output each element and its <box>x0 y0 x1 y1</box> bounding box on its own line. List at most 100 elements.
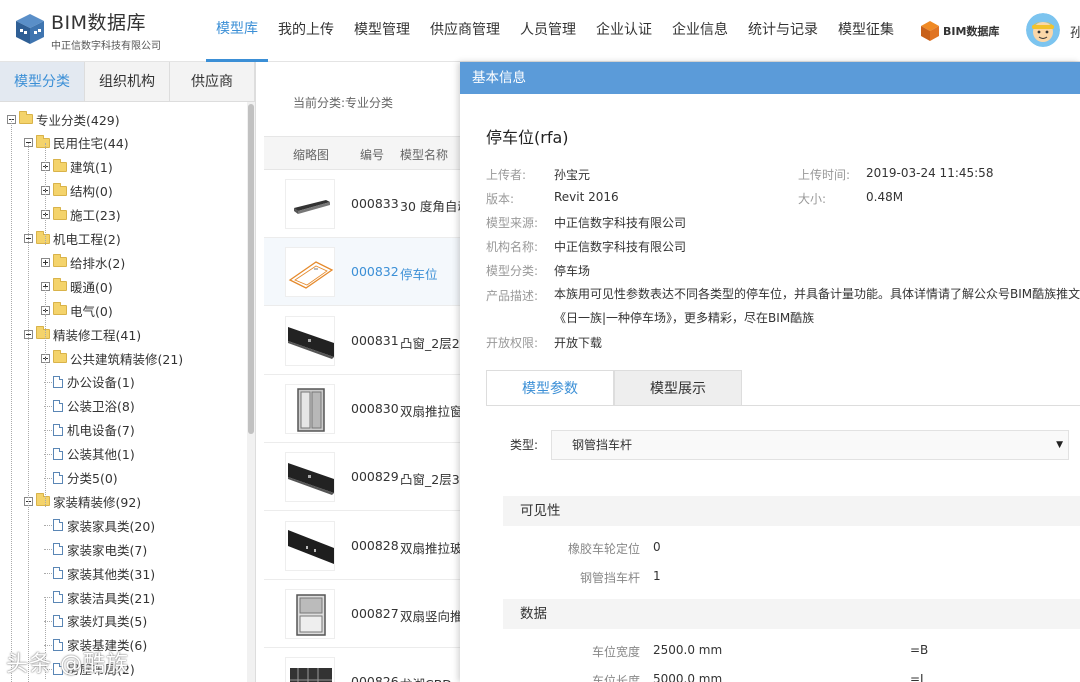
tree-node[interactable]: 公共建筑精装修(21) <box>41 348 183 368</box>
model-thumbnail-icon <box>288 261 334 290</box>
user-name[interactable]: 孙 <box>1070 22 1080 41</box>
tree-node[interactable]: 建筑(1) <box>41 157 113 177</box>
model-thumbnail[interactable] <box>285 657 335 682</box>
folder-icon <box>36 493 50 507</box>
model-description: 本族用可见性参数表达不同各类型的停车位，并具备计量功能。具体详情请了解公众号BI… <box>554 287 1080 325</box>
brand-logo[interactable]: BIM数据库 中正信数字科技有限公司 <box>14 12 161 52</box>
info-label: 模型分类: <box>486 264 539 278</box>
tree-node[interactable]: 家装灯具类(5) <box>44 611 147 631</box>
tree-node[interactable]: 施工(23) <box>41 205 121 225</box>
user-avatar[interactable] <box>1026 13 1060 47</box>
tree-node[interactable]: 机电工程(2) <box>24 229 121 249</box>
tree-node[interactable]: 家装洁具类(21) <box>44 587 155 607</box>
list-row[interactable]: 00083330 度角自动 <box>264 170 460 238</box>
model-name[interactable]: 30 度角自动 <box>400 196 460 215</box>
tree-node[interactable]: 暖通(0) <box>41 276 113 296</box>
list-row[interactable]: 000828双扇推拉玻璃 <box>264 511 460 580</box>
param-name: 橡胶车轮定位 <box>567 542 640 556</box>
partner-brand-name: BIM数据库 <box>943 25 1000 38</box>
list-row[interactable]: 000826龙湖CBD <box>264 648 460 682</box>
param-value: 5000.0 mm <box>653 672 723 682</box>
tree-guide-line <box>45 143 46 245</box>
folder-icon <box>53 158 67 172</box>
nav-item-2[interactable]: 模型管理 <box>344 0 420 62</box>
category-tab-0[interactable]: 模型分类 <box>0 62 85 101</box>
type-select[interactable]: 钢管挡车杆 ▼ <box>551 430 1069 460</box>
tree-node-label: 施工(23) <box>70 208 121 224</box>
main-nav: 模型库 我的上传 模型管理 供应商管理 人员管理 企业认证 企业信息 统计与记录 模型征集 <box>206 0 904 62</box>
folder-icon <box>19 111 33 124</box>
tree-node-label: 公装卫浴(8) <box>67 399 135 415</box>
tree-guide-line <box>11 119 12 682</box>
document-icon <box>53 567 63 580</box>
model-name[interactable]: 双扇竖向推拉 <box>400 606 460 625</box>
tree-node-label: 结构(0) <box>70 184 113 200</box>
model-code: 000830 <box>351 400 399 416</box>
tree-node[interactable]: 分类5(0) <box>44 468 118 488</box>
tree-node[interactable]: 民用住宅(44) <box>24 133 129 153</box>
model-name[interactable]: 凸窗_2层3列 <box>400 469 460 488</box>
document-icon <box>53 543 63 556</box>
model-thumbnail[interactable] <box>285 588 335 639</box>
model-thumbnail[interactable] <box>285 247 335 298</box>
category-tree: 专业分类(429) 民用住宅(44) 建筑(1) 结构(0) 施工(23) 机电工程(2)… <box>0 102 255 682</box>
expand-icon[interactable] <box>41 257 50 267</box>
model-thumbnail[interactable] <box>285 383 335 434</box>
tree-node[interactable]: 家装精装修(92) <box>24 491 141 511</box>
model-name[interactable]: 停车位 <box>400 264 460 283</box>
tree-node[interactable]: 精装修工程(41) <box>24 324 141 344</box>
model-name[interactable]: 凸窗_2层2列 <box>400 333 460 352</box>
desc-label: 产品描述: <box>486 289 539 303</box>
tree-node[interactable]: 公装其他(1) <box>44 444 135 464</box>
tree-node[interactable]: 办公设备(1) <box>44 372 135 392</box>
info-value: 中正信数字科技有限公司 <box>554 216 687 230</box>
list-row[interactable]: 000827双扇竖向推拉 <box>264 579 460 648</box>
model-name[interactable]: 双扇推拉窗 <box>400 401 460 420</box>
list-row[interactable]: 000831凸窗_2层2列 <box>264 306 460 375</box>
list-row[interactable]: 000829凸窗_2层3列 <box>264 443 460 512</box>
nav-item-1[interactable]: 我的上传 <box>268 0 344 62</box>
model-thumbnail[interactable] <box>285 179 335 229</box>
model-thumbnail[interactable] <box>285 452 335 503</box>
tree-scrollbar-thumb[interactable] <box>248 104 254 434</box>
tree-node[interactable]: 公装卫浴(8) <box>44 396 135 416</box>
detail-tab-1[interactable]: 模型展示 <box>614 370 742 406</box>
list-row[interactable]: 000832 停车位 <box>264 238 460 307</box>
tree-node[interactable]: 家装其他类(31) <box>44 563 156 583</box>
tree-node-label: 家装其他类(31) <box>67 566 156 582</box>
category-tab-2[interactable]: 供应商 <box>170 62 255 101</box>
nav-item-6[interactable]: 企业信息 <box>662 0 738 62</box>
tree-node-label: 办公设备(1) <box>67 375 135 391</box>
tree-node-label: 电气(0) <box>70 303 113 319</box>
nav-item-3[interactable]: 供应商管理 <box>420 0 510 62</box>
cube-logo-icon <box>16 14 44 44</box>
info-label: 上传时间: <box>798 168 851 182</box>
model-thumbnail[interactable] <box>285 520 335 571</box>
tree-node-label: 公装其他(1) <box>67 447 135 463</box>
nav-item-4[interactable]: 人员管理 <box>510 0 586 62</box>
tree-node[interactable]: 结构(0) <box>41 181 113 201</box>
nav-item-5[interactable]: 企业认证 <box>586 0 662 62</box>
tree-node[interactable]: 给排水(2) <box>41 252 125 272</box>
tree-node[interactable]: 家装家具类(20) <box>44 515 155 535</box>
watermark: 头条 @酷族 <box>6 652 129 677</box>
tree-node[interactable]: 电气(0) <box>41 300 113 320</box>
tree-node[interactable]: 家装家电类(7) <box>44 539 147 559</box>
category-tab-1[interactable]: 组织机构 <box>85 62 170 101</box>
tree-node-label: 精装修工程(41) <box>53 327 142 343</box>
model-code: 000826 <box>351 674 399 682</box>
info-value: 孙宝元 <box>554 168 591 182</box>
tree-node[interactable]: 机电设备(7) <box>44 420 135 440</box>
nav-item-7[interactable]: 统计与记录 <box>738 0 828 62</box>
folder-icon <box>36 134 50 148</box>
model-thumbnail[interactable] <box>285 315 335 366</box>
nav-item-0[interactable]: 模型库 <box>206 0 268 62</box>
model-name[interactable]: 龙湖CBD <box>400 674 460 682</box>
list-row[interactable]: 000830 双扇推拉窗 <box>264 374 460 443</box>
tree-node-label: 分类5(0) <box>67 471 118 486</box>
detail-tab-0[interactable]: 模型参数 <box>486 370 614 406</box>
model-name[interactable]: 双扇推拉玻璃 <box>400 538 460 557</box>
tree-node[interactable]: 专业分类(429) <box>7 109 120 129</box>
nav-item-8[interactable]: 模型征集 <box>828 0 904 62</box>
tree-scrollbar[interactable] <box>247 102 255 682</box>
